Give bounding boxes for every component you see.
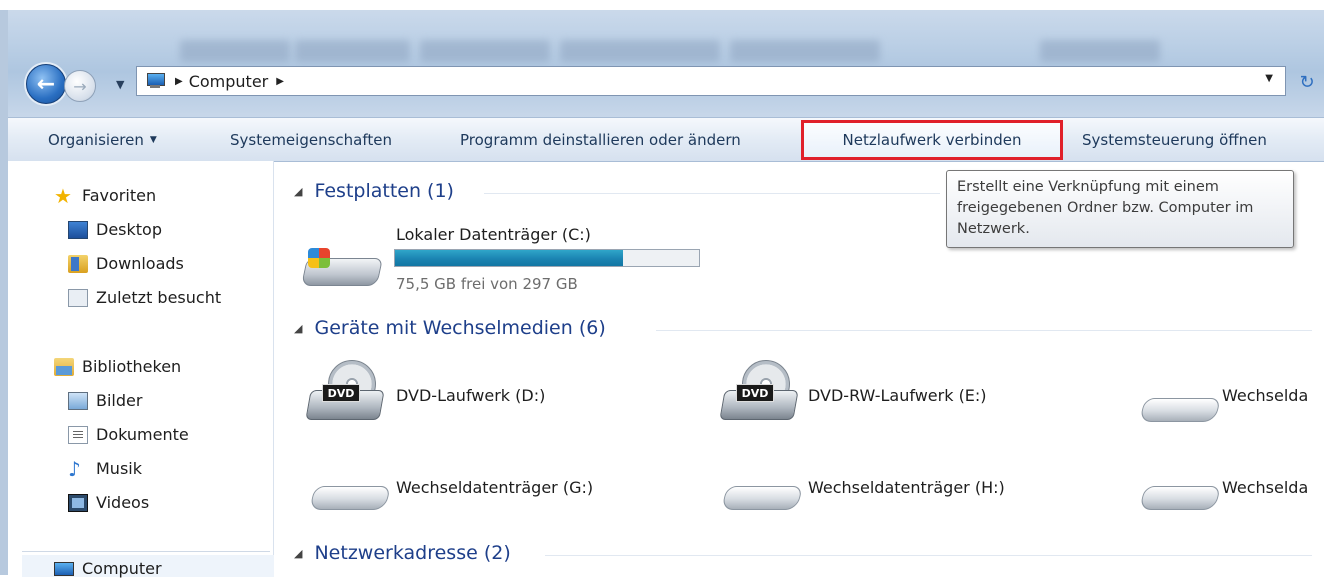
blurred-tab (180, 40, 290, 62)
address-bar[interactable]: ▶ Computer ▶ ▼ (136, 66, 1286, 96)
nav-item-downloads[interactable]: Downloads (68, 254, 184, 273)
nav-item-recent[interactable]: Zuletzt besucht (68, 288, 221, 307)
nav-item-pictures[interactable]: Bilder (68, 391, 142, 410)
nav-item-music[interactable]: ♪ Musik (68, 456, 142, 481)
blurred-tab (730, 40, 880, 62)
organize-label: Organisieren (48, 130, 144, 149)
group-separator (656, 330, 1312, 331)
map-network-drive-button[interactable]: Netzlaufwerk verbinden (801, 120, 1063, 160)
drive-h-icon[interactable] (721, 478, 803, 512)
collapse-triangle-icon: ◢ (294, 184, 303, 198)
navigation-pane: ★ Favoriten Desktop Downloads Zuletzt be… (8, 161, 274, 578)
back-button[interactable]: ← (26, 64, 66, 104)
drive-g-icon[interactable] (309, 478, 391, 512)
refresh-button[interactable]: ↻ (1292, 68, 1322, 96)
drive-e-icon[interactable]: DVD (719, 360, 800, 422)
downloads-folder-icon (68, 254, 88, 273)
music-note-icon: ♪ (68, 456, 81, 481)
nav-label: Zuletzt besucht (96, 288, 222, 307)
nav-label: Downloads (96, 254, 184, 273)
window-left-border (0, 10, 8, 575)
drive-d-icon[interactable]: DVD (305, 360, 386, 422)
nav-label: Bibliotheken (82, 357, 182, 376)
uninstall-program-button[interactable]: Programm deinstallieren oder ändern (460, 118, 741, 161)
nav-item-videos[interactable]: Videos (68, 493, 149, 512)
drive-c-usage-fill (395, 250, 623, 266)
drive-i-name[interactable]: Wechselda (1222, 478, 1308, 497)
command-tooltip: Erstellt eine Verknüpfung mit einem frei… (946, 170, 1294, 248)
nav-item-favorites[interactable]: ★ Favoriten (54, 183, 157, 208)
desktop-icon (68, 220, 88, 239)
drive-i-icon[interactable] (1139, 478, 1221, 512)
breadcrumb-computer[interactable]: Computer (189, 72, 269, 91)
window-glass-frame (0, 0, 1324, 120)
computer-icon (54, 561, 74, 576)
nav-label: Desktop (96, 220, 162, 239)
star-icon: ★ (54, 183, 72, 208)
drive-f-icon[interactable] (1139, 390, 1221, 424)
recent-places-icon (68, 288, 88, 307)
system-properties-button[interactable]: Systemeigenschaften (230, 118, 392, 161)
group-title: Geräte mit Wechselmedien (6) (314, 317, 606, 339)
system-properties-label: Systemeigenschaften (230, 130, 392, 149)
screen-top-edge (0, 0, 1324, 10)
nav-label: Bilder (96, 391, 143, 410)
dvd-badge: DVD (322, 384, 360, 402)
group-separator (484, 193, 940, 194)
drive-d-name[interactable]: DVD-Laufwerk (D:) (396, 386, 545, 405)
blurred-tab (560, 40, 720, 62)
uninstall-program-label: Programm deinstallieren oder ändern (460, 130, 741, 149)
group-header-removable[interactable]: ◢ Geräte mit Wechselmedien (6) (294, 317, 606, 339)
group-header-hard-disks[interactable]: ◢ Festplatten (1) (294, 180, 454, 202)
nav-label: Dokumente (96, 425, 189, 444)
video-film-icon (68, 493, 88, 512)
drive-h-name[interactable]: Wechseldatenträger (H:) (808, 478, 1005, 497)
blurred-tab (420, 40, 550, 62)
drive-c-free-space: 75,5 GB frei von 297 GB (396, 275, 578, 293)
drive-g-name[interactable]: Wechseldatenträger (G:) (396, 478, 593, 497)
group-separator (545, 555, 1312, 556)
arrow-left-icon: ← (36, 71, 56, 97)
blurred-tab (1040, 40, 1160, 62)
drive-c-usage-bar (394, 249, 700, 267)
map-network-drive-label: Netzlaufwerk verbinden (842, 131, 1022, 149)
nav-label: Computer (82, 559, 162, 578)
computer-icon (145, 73, 167, 89)
breadcrumb-arrow-icon[interactable]: ▶ (276, 76, 284, 87)
group-title: Festplatten (1) (314, 180, 454, 202)
open-control-panel-label: Systemsteuerung öffnen (1082, 130, 1267, 149)
open-control-panel-button[interactable]: Systemsteuerung öffnen (1082, 118, 1267, 161)
nav-item-computer[interactable]: Computer (54, 559, 162, 578)
collapse-triangle-icon: ◢ (294, 321, 303, 335)
nav-label: Favoriten (82, 186, 157, 205)
documents-icon (68, 425, 88, 444)
collapse-triangle-icon: ◢ (294, 546, 303, 560)
address-dropdown-icon[interactable]: ▼ (1265, 73, 1273, 84)
arrow-right-icon: → (73, 76, 87, 96)
forward-button[interactable]: → (64, 70, 96, 102)
group-header-network[interactable]: ◢ Netzwerkadresse (2) (294, 542, 511, 564)
drive-f-name[interactable]: Wechselda (1222, 386, 1308, 405)
dvd-badge: DVD (736, 384, 774, 402)
nav-divider (22, 551, 270, 552)
pictures-icon (68, 391, 88, 410)
drive-e-name[interactable]: DVD-RW-Laufwerk (E:) (808, 386, 987, 405)
command-bar: Organisieren ▼ Systemeigenschaften Progr… (8, 117, 1324, 162)
organize-button[interactable]: Organisieren ▼ (48, 118, 157, 161)
nav-item-documents[interactable]: Dokumente (68, 425, 189, 444)
nav-label: Videos (96, 493, 150, 512)
recent-pages-dropdown[interactable]: ▼ (116, 78, 124, 91)
blurred-tab (295, 40, 410, 62)
chevron-down-icon: ▼ (149, 134, 157, 145)
drive-c-name[interactable]: Lokaler Datenträger (C:) (396, 225, 591, 244)
group-title: Netzwerkadresse (2) (314, 542, 511, 564)
refresh-icon: ↻ (1299, 71, 1315, 93)
nav-item-libraries[interactable]: Bibliotheken (54, 357, 181, 376)
nav-item-desktop[interactable]: Desktop (68, 220, 162, 239)
nav-label: Musik (96, 459, 142, 478)
libraries-icon (54, 357, 74, 376)
breadcrumb-arrow-icon[interactable]: ▶ (175, 76, 183, 87)
